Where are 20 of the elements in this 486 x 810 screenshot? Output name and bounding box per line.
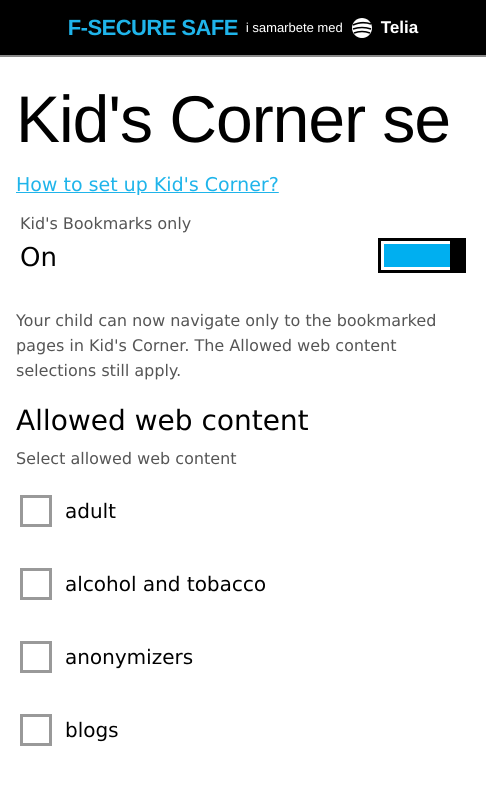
section-subtitle: Select allowed web content [16,448,238,470]
brand-logo-text: F-SECURE SAFE [68,14,238,42]
partner-text: i samarbete med [246,18,343,37]
description-text: Your child can now navigate only to the bookmarked pages in Kid's Corner. The Allowed web content selections still apply. [16,310,438,382]
partner-logo-text: Telia [380,16,418,39]
toggle-label: Kid's Bookmarks only [19,213,192,235]
help-link[interactable]: How to set up Kid's Corner? [16,173,279,197]
page-title: Kid's Corner se [16,82,450,156]
checkbox-label: blogs [65,717,119,744]
toggle-switch[interactable] [378,238,466,273]
checkbox[interactable] [20,495,52,527]
checkbox-label: adult [65,498,116,525]
sphere-logo-icon [350,16,373,38]
checkbox-label: alcohol and tobacco [65,571,266,598]
section-heading: Allowed web content [16,403,310,439]
checkbox-label: anonymizers [65,644,194,671]
checkbox[interactable] [20,568,52,600]
checkbox[interactable] [20,714,52,746]
toggle-state: On [19,242,58,275]
checkbox[interactable] [20,641,52,673]
